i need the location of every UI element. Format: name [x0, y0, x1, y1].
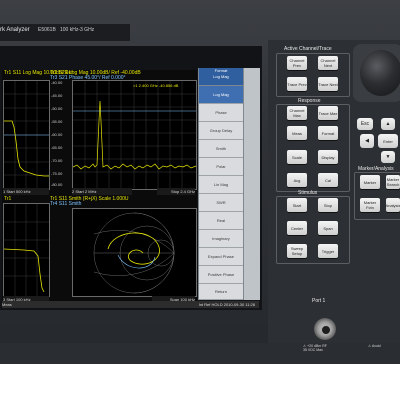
softkey-title-label: Format [214, 68, 228, 73]
softkey-title-value: Log Mag [213, 74, 229, 79]
enter-button[interactable]: Enter [378, 134, 398, 148]
sweep-setup-button[interactable]: Sweep Setup [287, 244, 307, 258]
plot3-graph [3, 204, 49, 296]
active-channel-title: Active Channel/Trace [284, 46, 332, 52]
softkey-log-mag[interactable]: Log Mag [199, 86, 243, 104]
screen-side-bar [244, 68, 260, 300]
status-bar: Meas Int Ref HOLD 2010-09-30 11:28 [2, 301, 259, 308]
softkey-smith[interactable]: Smith [199, 140, 243, 158]
plot2-s21-logmag[interactable]: >1 2.400 GHz -40.856 dB [72, 80, 197, 190]
channel-prev-button[interactable]: Channel Prev [287, 56, 307, 70]
trace-prev-button[interactable]: Trace Prev [287, 77, 307, 91]
softkey-expand-phase[interactable]: Expand Phase [199, 248, 243, 266]
port-1-center-pin [321, 325, 331, 335]
plot2-marker-readout: >1 2.400 GHz -40.856 dB [133, 83, 179, 88]
scale-button[interactable]: Scale [287, 150, 307, 164]
softkey-phase[interactable]: Phase [199, 104, 243, 122]
start-button[interactable]: Start [287, 198, 307, 212]
softkey-polar[interactable]: Polar [199, 158, 243, 176]
arrow-down-icon[interactable]: ▼ [381, 151, 395, 163]
trace-max-button[interactable]: Trace Max [318, 106, 338, 120]
plot2-tick: -75.00 [51, 171, 63, 176]
softkey-swr[interactable]: SWR [199, 194, 243, 212]
status-right: Int Ref HOLD 2010-09-30 11:28 [198, 302, 255, 307]
span-button[interactable]: Span [318, 221, 338, 235]
marker-button[interactable]: Marker [360, 175, 380, 189]
rotary-knob[interactable] [360, 50, 400, 96]
marker-fctn-button[interactable]: Marker Fctn [360, 198, 380, 212]
plot4-smith-chart[interactable] [72, 208, 197, 297]
plot2-tick: -55.00 [51, 119, 63, 124]
softkey-menu: Format Log Mag Log Mag Phase Group Delay… [198, 68, 244, 300]
port-1-label: Port 1 [312, 298, 326, 304]
arrow-left-icon[interactable]: ◀ [360, 134, 374, 148]
channel-max-button[interactable]: Channel Max [287, 106, 307, 120]
meas-button[interactable]: Meas [287, 126, 307, 140]
softkey-menu-title[interactable]: Format Log Mag [199, 68, 243, 85]
marker-search-button[interactable]: Marker Search [386, 175, 400, 189]
plot2-footer-stop: Stop 2.4 GHz [157, 188, 195, 195]
softkey-positive-phase[interactable]: Positive Phase [199, 266, 243, 284]
format-button[interactable]: Format [318, 126, 338, 140]
chassis-bottom-edge [0, 343, 400, 364]
plot2-footer-start: 2 Start 2 MHz [72, 188, 132, 195]
plot1-graph [4, 81, 49, 189]
trace-next-button[interactable]: Trace Next [318, 77, 338, 91]
trigger-button[interactable]: Trigger [318, 244, 338, 258]
instrument-model: E5061B [38, 27, 56, 33]
avg-button[interactable]: Avg [287, 173, 307, 187]
softkey-real[interactable]: Real [199, 212, 243, 230]
plot2-graph [72, 81, 197, 189]
cal-button[interactable]: Cal [318, 173, 338, 187]
display-button[interactable]: Display [318, 150, 338, 164]
plot4-graph [93, 212, 175, 294]
softkey-group-delay[interactable]: Group Delay [199, 122, 243, 140]
softkey-return[interactable]: Return [199, 284, 243, 300]
plot2-tick: -50.00 [51, 106, 63, 111]
channel-next-button[interactable]: Channel Next [318, 56, 338, 70]
softkey-lin-mag[interactable]: Lin Mag [199, 176, 243, 194]
plot1-s11-logmag[interactable] [3, 80, 50, 190]
instrument-photo: rk Analyzer E5061B 100 kHz-3 GHz Tr1 S11… [0, 0, 400, 400]
plot2-tick: -70.00 [51, 158, 63, 163]
plot2-tick: -65.00 [51, 145, 63, 150]
port-warning-text: +20 dBm RF 35 VDC Max [303, 344, 327, 352]
plot2-tick: -80.00 [51, 182, 63, 187]
display-screen: Tr1 S11 Log Mag 10.00dB/ Ref -10.00dB 1 … [2, 70, 197, 303]
analysis-button[interactable]: Analysis [386, 198, 400, 212]
plot2-tick: -45.00 [51, 93, 63, 98]
stop-button[interactable]: Stop [318, 198, 338, 212]
softkey-imaginary[interactable]: Imaginary [199, 230, 243, 248]
plot3-trace[interactable] [3, 203, 50, 297]
plot2-y-ticks: -40.00 -45.00 -50.00 -55.00 -60.00 -65.0… [50, 80, 72, 188]
plot1-footer: 1 Start 500 kHz [3, 188, 49, 195]
status-left: Meas [2, 302, 12, 307]
plot2-tick: -60.00 [51, 132, 63, 137]
instrument-range: 100 kHz-3 GHz [60, 27, 95, 33]
esc-button[interactable]: Esc [357, 118, 373, 130]
instrument-title: rk Analyzer [0, 27, 30, 33]
arrow-up-icon[interactable]: ▲ [381, 118, 395, 130]
port-warning: ⚠ +20 dBm RF 35 VDC Max [303, 344, 327, 352]
avoid-static-label: ⚠ Avoid [368, 344, 381, 348]
center-button[interactable]: Center [287, 221, 307, 235]
